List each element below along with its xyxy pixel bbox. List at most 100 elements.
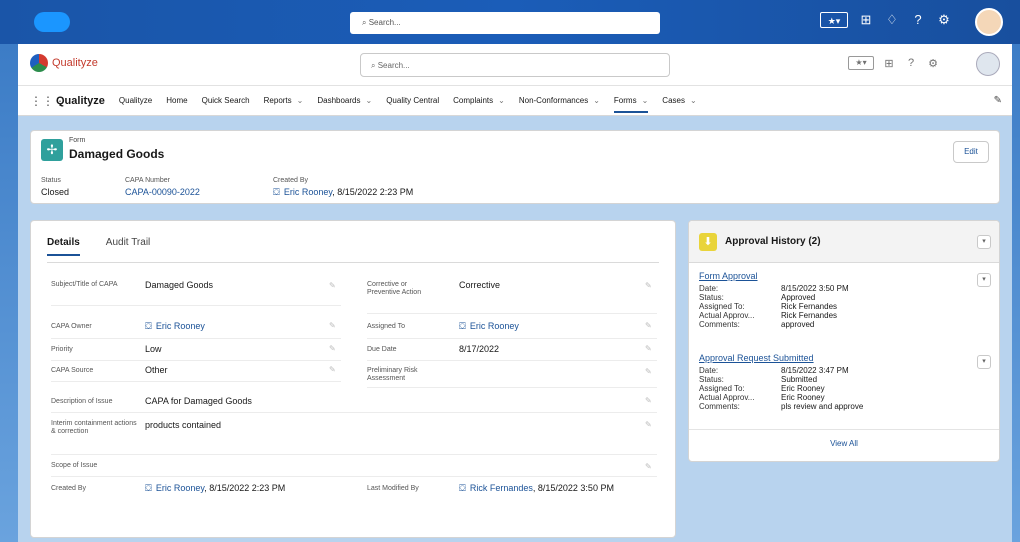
outer-search-input[interactable]: ⌕ Search... — [350, 12, 660, 34]
add-icon[interactable]: ⊞ — [882, 57, 896, 70]
capa-number-link[interactable]: CAPA-00090-2022 — [125, 187, 200, 197]
approval-item: Approval Request Submitted Date: 8/15/202… — [699, 353, 979, 411]
outer-avatar[interactable] — [975, 8, 1003, 36]
help-icon[interactable]: ? — [904, 57, 918, 69]
chevron-down-icon[interactable]: ⌄ — [297, 96, 304, 105]
field-divider — [51, 476, 657, 477]
chevron-down-icon[interactable]: ▾ — [977, 273, 991, 287]
outer-right-edge — [1012, 44, 1020, 542]
edit-pencil-icon[interactable]: ✎ — [645, 321, 652, 330]
edit-pencil-icon[interactable]: ✎ — [329, 281, 336, 290]
nav-item-non-conformances[interactable]: Non-Conformances ⌄ — [519, 96, 600, 105]
nav-item-home[interactable]: Home — [166, 96, 187, 105]
gear-icon[interactable]: ⚙ — [936, 12, 952, 28]
tab-audit-trail[interactable]: Audit Trail — [106, 237, 150, 256]
nav-item-forms[interactable]: Forms ⌄ — [613, 96, 649, 113]
nav-item-qualityze[interactable]: Qualityze — [119, 96, 152, 105]
last-modified-value: ⛋ Rick Fernandes, 8/15/2022 3:50 PM — [459, 483, 614, 493]
corrective-label: Corrective or Preventive Action — [367, 281, 422, 296]
capa-number-field: CAPA Number CAPA-00090-2022 — [125, 177, 200, 197]
created-by-link[interactable]: Eric Rooney — [284, 187, 332, 197]
edit-pencil-icon[interactable]: ✎ — [645, 281, 652, 290]
user-icon: ⛋ — [145, 483, 152, 493]
chevron-down-icon[interactable]: ⌄ — [593, 96, 600, 105]
nav-item-reports[interactable]: Reports ⌄ — [264, 96, 304, 105]
created-by-link[interactable]: Eric Rooney — [156, 483, 204, 493]
search-input[interactable]: ⌕ Search... — [360, 53, 670, 77]
description-label: Description of Issue — [51, 398, 113, 405]
user-icon: ⛋ — [145, 321, 152, 331]
edit-pencil-icon[interactable]: ✎ — [645, 367, 652, 376]
chevron-down-icon[interactable]: ▾ — [977, 235, 991, 249]
app-launcher-icon[interactable]: ⋮⋮⋮ — [30, 94, 66, 108]
chevron-down-icon[interactable]: ⌄ — [366, 96, 373, 105]
edit-pencil-icon[interactable]: ✎ — [645, 462, 652, 471]
edit-nav-icon[interactable]: ✎ — [994, 95, 1002, 106]
form-object-icon: ✢ — [41, 139, 63, 161]
subject-label: Subject/Title of CAPA — [51, 281, 118, 288]
edit-pencil-icon[interactable]: ✎ — [645, 396, 652, 405]
cloud-logo — [34, 12, 70, 32]
source-label: CAPA Source — [51, 367, 94, 374]
nav-item-complaints[interactable]: Complaints ⌄ — [453, 96, 505, 105]
due-date-value: 8/17/2022 — [459, 344, 500, 354]
outer-left-edge — [0, 44, 18, 542]
app-window: Qualityze ⌕ Search... ★▾ ⊞ ? ⚙ ⋮⋮⋮ Quali… — [18, 44, 1012, 542]
search-icon: ⌕ — [371, 61, 378, 70]
field-divider — [367, 360, 657, 361]
edit-pencil-icon[interactable]: ✎ — [645, 420, 652, 429]
nav-item-cases[interactable]: Cases ⌄ — [662, 96, 696, 105]
chevron-down-icon[interactable]: ⌄ — [642, 96, 649, 105]
priority-label: Priority — [51, 346, 73, 353]
assigned-link[interactable]: Eric Rooney — [470, 321, 519, 331]
bell-icon[interactable]: ♢ — [884, 12, 900, 28]
favorites-icon[interactable]: ★▾ — [820, 12, 848, 28]
help-icon[interactable]: ? — [910, 12, 926, 28]
view-all-link[interactable]: View All — [689, 439, 999, 448]
chevron-down-icon[interactable]: ▾ — [977, 355, 991, 369]
field-divider — [51, 305, 341, 306]
source-value: Other — [145, 365, 168, 375]
field-divider — [367, 313, 657, 314]
user-icon: ⛋ — [459, 483, 466, 493]
favorites-icon[interactable]: ★▾ — [848, 56, 874, 70]
field-divider — [367, 338, 657, 339]
created-by-label: Created By — [51, 485, 87, 492]
record-highlights: ✢ Form Damaged Goods Edit Status Closed … — [30, 130, 1000, 204]
field-divider — [51, 412, 657, 413]
edit-button[interactable]: Edit — [953, 141, 989, 163]
owner-label: CAPA Owner — [51, 323, 92, 330]
add-icon[interactable]: ⊞ — [858, 12, 874, 28]
owner-link[interactable]: Eric Rooney — [156, 321, 205, 331]
chevron-down-icon[interactable]: ⌄ — [498, 96, 505, 105]
gear-icon[interactable]: ⚙ — [926, 57, 940, 70]
edit-pencil-icon[interactable]: ✎ — [329, 344, 336, 353]
nav-item-dashboards[interactable]: Dashboards ⌄ — [317, 96, 372, 105]
last-modified-link[interactable]: Rick Fernandes — [470, 483, 533, 493]
avatar[interactable] — [976, 52, 1000, 76]
owner-value: ⛋ Eric Rooney — [145, 321, 205, 332]
approval-title[interactable]: Approval History (2) — [725, 236, 821, 247]
approval-item-title[interactable]: Form Approval — [699, 271, 979, 281]
edit-pencil-icon[interactable]: ✎ — [329, 365, 336, 374]
subject-value: Damaged Goods — [145, 280, 214, 290]
nav-item-quick-search[interactable]: Quick Search — [202, 96, 250, 105]
created-by-value: ⛋ Eric Rooney, 8/15/2022 2:23 PM — [145, 483, 286, 493]
description-value: CAPA for Damaged Goods — [145, 396, 252, 406]
assigned-value: ⛋ Eric Rooney — [459, 321, 519, 332]
interim-label: Interim containment actions & correction — [51, 420, 137, 435]
tab-details[interactable]: Details — [47, 237, 80, 256]
edit-pencil-icon[interactable]: ✎ — [645, 344, 652, 353]
header-icons: ★▾ ⊞ ? ⚙ — [848, 56, 940, 70]
field-divider — [367, 387, 657, 388]
approval-item-title[interactable]: Approval Request Submitted — [699, 353, 979, 363]
assigned-label: Assigned To — [367, 323, 406, 330]
user-icon: ⛋ — [273, 187, 280, 197]
edit-pencil-icon[interactable]: ✎ — [329, 321, 336, 330]
brand-logo[interactable]: Qualityze — [30, 54, 98, 72]
approval-header: ⬇ Approval History (2) ▾ — [689, 221, 999, 263]
chevron-down-icon[interactable]: ⌄ — [690, 96, 697, 105]
corrective-value: Corrective — [459, 280, 501, 290]
nav-item-quality-central[interactable]: Quality Central — [386, 96, 439, 105]
details-card: Details Audit Trail Subject/Title of CAP… — [30, 220, 676, 538]
